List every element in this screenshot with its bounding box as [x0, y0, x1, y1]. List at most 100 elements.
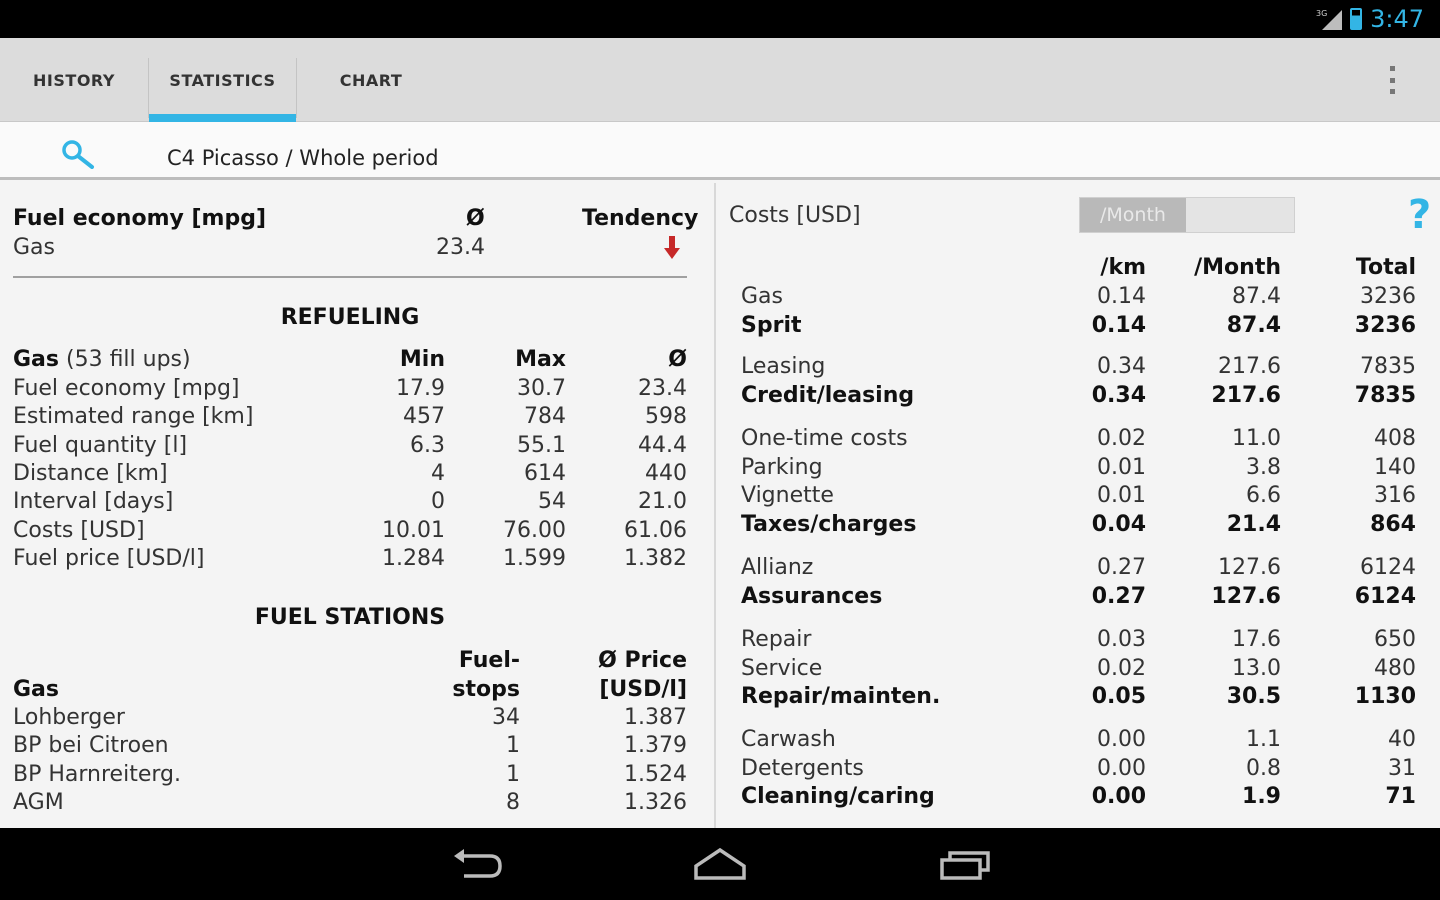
cost-item-total: 3236	[1360, 284, 1416, 309]
economy-tendency-header: Tendency	[582, 206, 699, 231]
cost-group-sum-per-km: 0.27	[1091, 583, 1146, 609]
station-row-stops: 1	[506, 733, 520, 759]
help-icon[interactable]: ?	[1408, 193, 1431, 237]
station-row-stops: 34	[492, 705, 520, 730]
cost-group-sum-total: 71	[1385, 784, 1416, 809]
station-row-name: BP bei Citroen	[13, 733, 169, 759]
refueling-row-max: 54	[538, 489, 566, 515]
refueling-row-label: Fuel quantity [l]	[13, 432, 188, 458]
cost-item-label: Allianz	[741, 555, 814, 580]
cost-item-total: 31	[1388, 755, 1416, 781]
costs-total-header: Total	[1355, 255, 1416, 280]
cost-item-per-km: 0.14	[1097, 284, 1146, 309]
tab-chart[interactable]: CHART	[297, 38, 445, 122]
navigation-bar	[0, 828, 1440, 900]
cost-item-per-month: 6.6	[1246, 483, 1281, 508]
refueling-fill-ups: (53 fill ups)	[66, 347, 191, 372]
refueling-row-min: 17.9	[396, 376, 445, 401]
search-icon[interactable]	[60, 139, 96, 169]
cost-item-total: 6124	[1360, 555, 1416, 580]
refueling-row-max: 614	[524, 460, 566, 486]
refueling-row-max: 55.1	[517, 432, 566, 458]
refueling-row-label: Distance [km]	[13, 460, 168, 486]
cost-group-sum-total: 6124	[1354, 583, 1416, 609]
refueling-row-avg: 61.06	[624, 517, 687, 543]
refueling-row-avg: 1.382	[624, 545, 687, 571]
refueling-row-min: 457	[403, 404, 445, 430]
cost-group-sum-per-km: 0.05	[1091, 684, 1146, 709]
costs-month-header: /Month	[1194, 255, 1281, 280]
refueling-row-min: 10.01	[382, 517, 445, 543]
cost-item-per-km: 0.02	[1097, 655, 1146, 681]
cost-group-sum-label: Cleaning/caring	[741, 784, 935, 809]
economy-avg-value: 23.4	[436, 235, 485, 260]
station-row-stops: 8	[506, 789, 520, 815]
cost-item-total: 316	[1374, 483, 1416, 508]
tab-bar: HISTORY STATISTICS CHART	[0, 38, 1440, 122]
stations-title: FUEL STATIONS	[254, 605, 446, 630]
costs-title: Costs [USD]	[729, 203, 861, 228]
economy-title: Fuel economy [mpg]	[13, 206, 267, 231]
cost-item-per-month: 11.0	[1232, 426, 1281, 451]
cost-group-sum-label: Assurances	[741, 583, 883, 609]
cost-item-label: Parking	[741, 454, 823, 480]
refueling-row-label: Estimated range [km]	[13, 404, 254, 430]
stations-stops-header-1: Fuel-	[458, 648, 520, 673]
tab-history[interactable]: HISTORY	[0, 38, 148, 122]
cost-item-total: 40	[1388, 727, 1416, 752]
cost-group-sum-total: 864	[1370, 511, 1416, 537]
tendency-down-arrow-icon	[664, 236, 680, 259]
cost-item-per-km: 0.03	[1097, 627, 1146, 652]
filter-bar: C4 Picasso / Whole period	[0, 122, 1440, 180]
economy-avg-header: Ø	[466, 206, 485, 231]
cost-item-label: Detergents	[741, 755, 864, 781]
refueling-row-max: 30.7	[517, 376, 566, 401]
cost-item-label: Service	[741, 655, 823, 681]
cost-group-sum-label: Repair/mainten.	[741, 684, 941, 709]
cost-group-sum-per-km: 0.34	[1091, 382, 1146, 408]
cost-item-per-month: 0.8	[1246, 755, 1281, 781]
cost-group-sum-label: Taxes/charges	[741, 511, 917, 537]
station-row-stops: 1	[506, 761, 520, 787]
home-icon[interactable]	[692, 846, 748, 882]
cost-group-sum-per-month: 1.9	[1242, 784, 1281, 809]
stations-stops-header-2: stops	[452, 677, 520, 702]
refueling-row-avg: 21.0	[638, 489, 687, 515]
filter-label[interactable]: C4 Picasso / Whole period	[167, 122, 439, 180]
divider	[13, 276, 687, 278]
toggle-month-option[interactable]: /Month	[1080, 198, 1186, 232]
refueling-row-avg: 23.4	[638, 376, 687, 401]
refueling-row-min: 1.284	[382, 545, 445, 571]
stations-price-header-1: Ø Price	[598, 648, 687, 673]
refueling-row-max: 1.599	[503, 545, 566, 571]
cost-item-per-month: 1.1	[1246, 727, 1281, 752]
refueling-row-label: Fuel price [USD/l]	[13, 545, 205, 571]
refueling-row-label: Interval [days]	[13, 489, 174, 515]
battery-icon	[1350, 8, 1363, 30]
back-icon[interactable]	[450, 846, 506, 882]
overflow-menu-icon[interactable]	[1380, 62, 1404, 98]
costs-panel: Costs [USD] /Month ? /km /Month Total Ga…	[714, 183, 1440, 828]
period-toggle[interactable]: /Month	[1079, 197, 1295, 233]
cost-item-per-km: 0.27	[1097, 555, 1146, 580]
refueling-row-label: Costs [USD]	[13, 517, 145, 543]
station-row-price: 1.387	[624, 705, 687, 730]
cost-group-sum-per-month: 87.4	[1226, 312, 1281, 338]
station-row-name: Lohberger	[13, 705, 125, 730]
cost-item-label: Carwash	[741, 727, 836, 752]
cost-item-per-km: 0.34	[1097, 354, 1146, 379]
cost-group-sum-per-km: 0.00	[1091, 784, 1146, 809]
cost-item-label: Repair	[741, 627, 812, 652]
refueling-row-avg: 598	[645, 404, 687, 430]
refueling-row-max: 784	[524, 404, 566, 430]
stations-fuel-name: Gas	[13, 677, 59, 702]
cost-item-label: Gas	[741, 284, 783, 309]
cost-group-sum-total: 3236	[1354, 312, 1416, 338]
tab-statistics[interactable]: STATISTICS	[149, 38, 296, 122]
refueling-fuel-header: Gas (53 fill ups)	[13, 346, 191, 374]
cost-item-per-month: 87.4	[1232, 284, 1281, 309]
refueling-row-max: 76.00	[503, 517, 566, 543]
refueling-title: REFUELING	[280, 305, 420, 330]
recent-apps-icon[interactable]	[938, 846, 994, 882]
cost-group-sum-per-month: 127.6	[1211, 583, 1281, 609]
